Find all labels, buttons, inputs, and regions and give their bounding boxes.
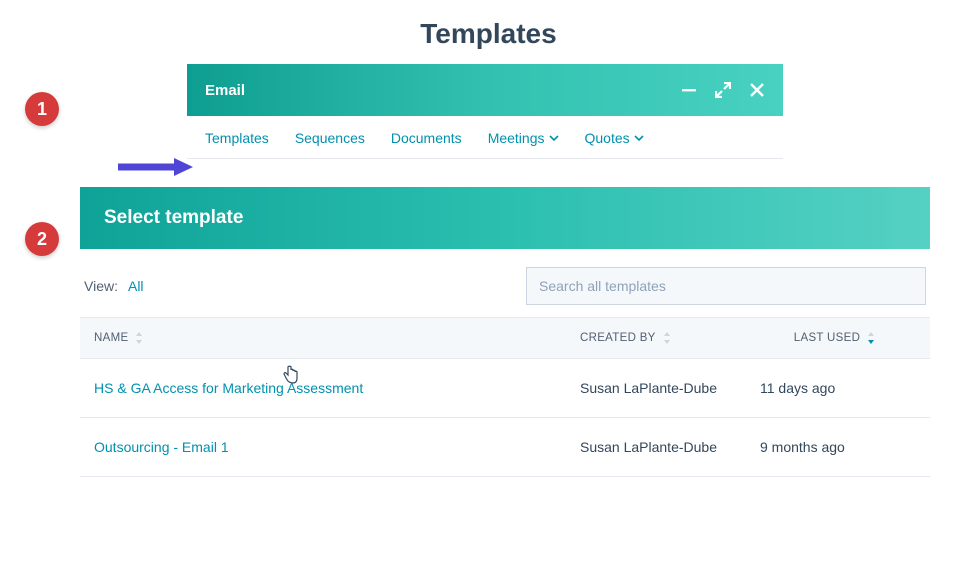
email-compose-header: Email [187, 64, 783, 116]
table-row[interactable]: Outsourcing - Email 1 Susan LaPlante-Dub… [80, 418, 930, 477]
column-name-label: NAME [94, 332, 128, 344]
sort-icon [134, 332, 144, 344]
tab-quotes-label: Quotes [585, 130, 630, 146]
table-row[interactable]: HS & GA Access for Marketing Assessment … [80, 359, 930, 418]
tab-sequences[interactable]: Sequences [295, 130, 365, 146]
page-title: Templates [0, 0, 977, 64]
step-badge-2: 2 [25, 222, 59, 256]
search-input[interactable] [526, 267, 926, 305]
email-tabs: Templates Sequences Documents Meetings Q… [187, 116, 783, 159]
email-title: Email [205, 82, 245, 99]
tab-meetings-label: Meetings [488, 130, 545, 146]
arrow-annotation [118, 158, 193, 176]
column-name[interactable]: NAME [80, 332, 580, 344]
view-filter-value: All [128, 278, 144, 294]
last-used-cell: 9 months ago [740, 439, 930, 455]
step-badge-1: 1 [25, 92, 59, 126]
tab-meetings[interactable]: Meetings [488, 130, 559, 146]
created-by-cell: Susan LaPlante-Dube [580, 379, 740, 397]
tab-templates[interactable]: Templates [205, 130, 269, 146]
column-last-used-label: LAST USED [794, 332, 860, 344]
view-label: View: [84, 278, 118, 294]
template-name-link[interactable]: HS & GA Access for Marketing Assessment [80, 380, 580, 396]
column-created-by[interactable]: CREATED BY [580, 332, 740, 344]
minimize-icon[interactable] [681, 82, 697, 98]
view-filter[interactable]: All [128, 278, 148, 294]
tab-documents[interactable]: Documents [391, 130, 462, 146]
column-created-by-label: CREATED BY [580, 332, 656, 344]
chevron-down-icon [634, 133, 644, 143]
sort-icon [662, 332, 672, 344]
table-header: NAME CREATED BY LAST USED [80, 317, 930, 359]
tab-quotes[interactable]: Quotes [585, 130, 644, 146]
sort-icon [866, 332, 876, 344]
created-by-cell: Susan LaPlante-Dube [580, 438, 740, 456]
panel-header: Select template [80, 187, 930, 249]
last-used-cell: 11 days ago [740, 380, 930, 396]
close-icon[interactable] [749, 82, 765, 98]
template-name-link[interactable]: Outsourcing - Email 1 [80, 439, 580, 455]
column-last-used[interactable]: LAST USED [740, 332, 930, 344]
chevron-down-icon [549, 133, 559, 143]
expand-icon[interactable] [715, 82, 731, 98]
